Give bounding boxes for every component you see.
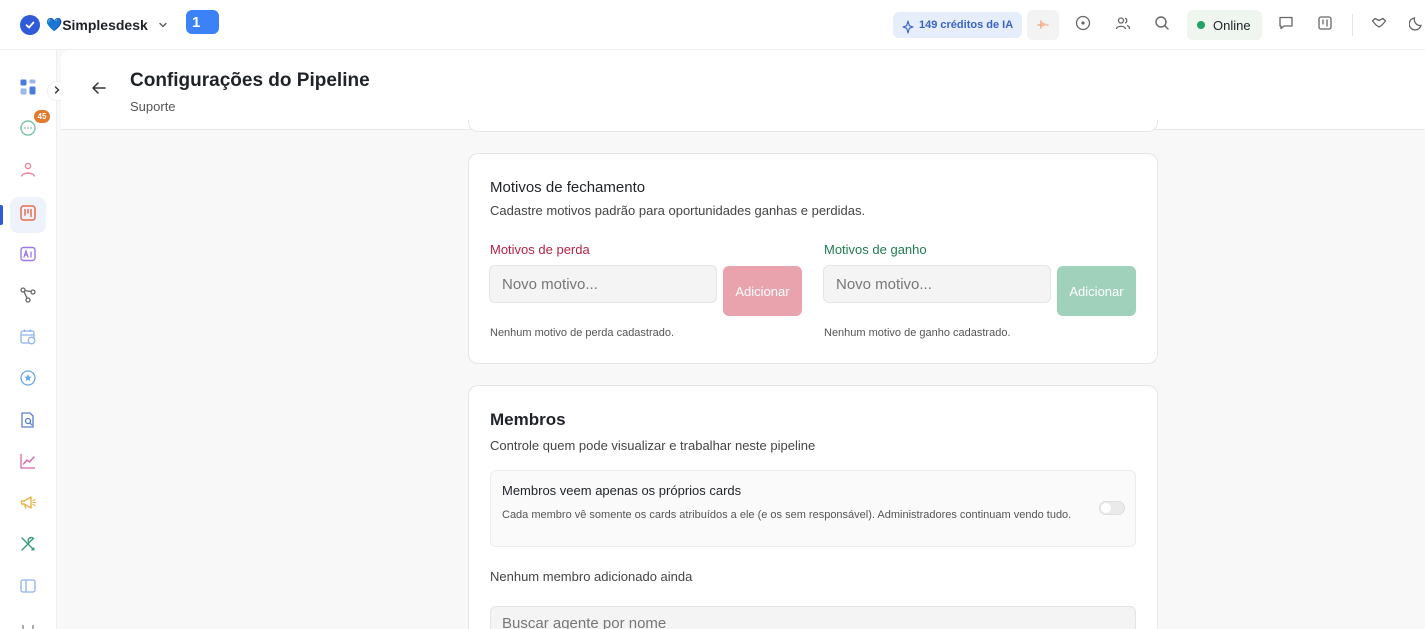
closing-reasons-card: Motivos de fechamento Cadastre motivos p… <box>468 153 1158 364</box>
flows-icon <box>19 286 37 309</box>
reports-icon <box>19 452 37 475</box>
agent-search-input[interactable] <box>490 606 1136 629</box>
pipeline-icon <box>19 204 37 227</box>
calendar-clock-icon <box>19 328 37 351</box>
workspace-switcher[interactable]: 💙 Simplesdesk <box>20 13 170 37</box>
handshake-button[interactable] <box>1363 10 1395 40</box>
active-indicator <box>0 205 3 225</box>
sidebar-item-layout[interactable] <box>10 570 46 606</box>
heart-icon: 💙 <box>46 17 63 32</box>
sidebar-item-dashboard[interactable] <box>10 71 46 107</box>
audio-wave-icon <box>1036 16 1050 35</box>
sidebar-item-contacts[interactable] <box>10 154 46 190</box>
page-title: Configurações do Pipeline <box>130 70 370 91</box>
contacts-icon <box>19 161 37 184</box>
sidebar-item-reports[interactable] <box>10 445 46 481</box>
no-members-message: Nenhum membro adicionado ainda <box>490 569 693 584</box>
add-win-reason-button[interactable]: Adicionar <box>1057 266 1136 316</box>
top-bar: 💙 Simplesdesk 1 149 créditos de IA Onlin <box>0 0 1425 50</box>
loss-reasons-label: Motivos de perda <box>490 242 590 257</box>
own-cards-setting: Membros veem apenas os próprios cards Ca… <box>490 470 1136 547</box>
win-reason-input[interactable] <box>823 265 1051 303</box>
page-header: Configurações do Pipeline Suporte <box>61 50 1425 130</box>
ai-credits-label: 149 créditos de IA <box>919 19 1014 31</box>
message-square-icon <box>1278 15 1294 36</box>
arrow-left-icon <box>91 80 107 101</box>
tools-icon <box>19 535 37 558</box>
check-logo-icon <box>20 15 40 35</box>
board-icon <box>1317 15 1333 36</box>
win-reasons-label: Motivos de ganho <box>824 242 927 257</box>
history-button[interactable] <box>1067 10 1099 40</box>
target-icon <box>1075 15 1091 36</box>
loss-reasons-empty: Nenhum motivo de perda cadastrado. <box>490 327 675 339</box>
layout-icon <box>19 577 37 600</box>
chevron-down-icon <box>156 18 170 32</box>
status-toggle[interactable]: Online <box>1187 10 1262 40</box>
star-icon <box>19 369 37 392</box>
sidebar-item-pipeline[interactable] <box>10 197 46 233</box>
sidebar-item-schedule[interactable] <box>10 321 46 357</box>
workspace-name: Simplesdesk <box>62 17 148 33</box>
sidebar-item-knowledge[interactable] <box>10 404 46 440</box>
team-button[interactable] <box>1107 10 1139 40</box>
theme-button[interactable] <box>1401 10 1425 40</box>
sidebar-item-bot[interactable] <box>10 611 46 629</box>
ai-credits-badge[interactable]: 149 créditos de IA <box>893 12 1023 38</box>
dashboard-icon <box>19 78 37 101</box>
toggle-knob <box>1101 503 1111 513</box>
messages-button[interactable] <box>1270 10 1302 40</box>
status-label: Online <box>1213 17 1251 33</box>
win-reasons-empty: Nenhum motivo de ganho cadastrado. <box>824 327 1011 339</box>
search-button[interactable] <box>1146 10 1178 40</box>
previous-card-edge <box>468 120 1158 132</box>
search-icon <box>1154 15 1170 36</box>
sidebar: 45 <box>0 50 57 629</box>
workspace-number-badge[interactable]: 1 <box>186 10 219 34</box>
members-card: Membros Controle quem pode visualizar e … <box>468 385 1158 629</box>
closing-reasons-title: Motivos de fechamento <box>490 179 646 196</box>
notification-badge: 45 <box>34 110 50 123</box>
loss-reason-input[interactable] <box>489 265 717 303</box>
divider <box>1352 14 1353 36</box>
knowledge-icon <box>19 411 37 434</box>
add-loss-reason-button[interactable]: Adicionar <box>723 266 802 316</box>
members-title: Membros <box>490 410 566 429</box>
sidebar-item-tools[interactable] <box>10 528 46 564</box>
sidebar-item-ai-assistant[interactable] <box>10 238 46 274</box>
sidebar-item-reviews[interactable] <box>10 362 46 398</box>
handshake-icon <box>1371 15 1387 36</box>
megaphone-icon <box>19 494 37 517</box>
members-description: Controle quem pode visualizar e trabalha… <box>490 438 816 453</box>
ai-assistant-icon <box>19 245 37 268</box>
board-button[interactable] <box>1309 10 1341 40</box>
sparkle-icon <box>902 18 914 44</box>
back-button[interactable] <box>89 80 109 100</box>
own-cards-toggle[interactable] <box>1099 501 1125 515</box>
bot-icon <box>19 618 37 629</box>
page-subtitle: Suporte <box>130 99 176 114</box>
own-cards-setting-description: Cada membro vê somente os cards atribuíd… <box>502 509 1072 521</box>
sidebar-item-flows[interactable] <box>10 279 46 315</box>
sidebar-item-campaigns[interactable] <box>10 487 46 523</box>
audio-wave-button[interactable] <box>1027 10 1059 40</box>
users-icon <box>1115 15 1131 36</box>
chat-icon <box>19 119 37 142</box>
moon-icon <box>1408 15 1425 36</box>
online-dot-icon <box>1197 21 1205 29</box>
closing-reasons-description: Cadastre motivos padrão para oportunidad… <box>490 203 866 218</box>
own-cards-setting-title: Membros veem apenas os próprios cards <box>502 483 742 498</box>
